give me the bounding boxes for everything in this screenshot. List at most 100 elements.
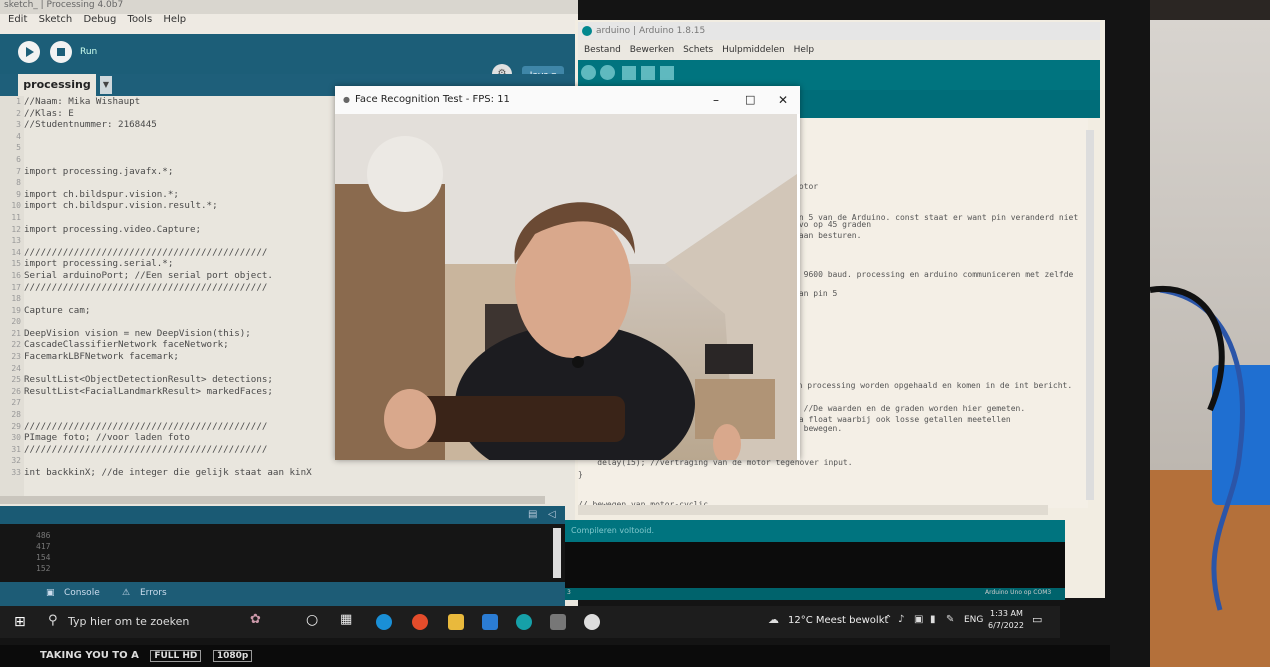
console-copy-icon[interactable]: ▤	[528, 509, 537, 520]
line-number: 26	[11, 386, 21, 396]
menu-edit[interactable]: Edit	[8, 14, 27, 25]
console-tab-icon[interactable]: ▣	[46, 588, 55, 598]
volume-icon[interactable]: ♪	[898, 614, 904, 625]
code-line: rvo op 45 graden	[794, 220, 872, 229]
horizontal-scrollbar[interactable]	[0, 496, 545, 504]
line-number: 33	[11, 468, 21, 477]
menu-hulpmiddelen[interactable]: Hulpmiddelen	[722, 45, 785, 55]
line-number: 18	[11, 294, 21, 304]
console-line: 154	[36, 553, 51, 562]
weather-text[interactable]: 12°C Meest bewolkt	[788, 615, 888, 626]
line-number-gutter: 1 2 3 4 5 6 7 8 9 10 11 12 13 14 15 16 17 18 19 20 21 22 23 24 2…	[0, 96, 24, 496]
language-indicator[interactable]: ENG	[964, 615, 983, 625]
menu-debug[interactable]: Debug	[83, 14, 116, 25]
file-explorer-icon[interactable]	[448, 614, 464, 630]
tab-menu-arrow-icon[interactable]: ▼	[100, 76, 112, 94]
arduino-taskbar-icon[interactable]	[516, 614, 532, 630]
line-number: 2	[16, 108, 21, 118]
line-number: 9	[16, 189, 21, 199]
sticker-badge-1080p: 1080p	[212, 650, 253, 662]
run-button[interactable]	[18, 41, 40, 63]
line-number: 25	[11, 375, 21, 385]
line-number: 5	[16, 143, 21, 153]
start-icon[interactable]: ⊞	[14, 614, 26, 630]
code-line: gaan besturen.	[794, 231, 862, 240]
tab-console[interactable]: Console	[64, 588, 100, 598]
line-number: 1	[16, 97, 21, 106]
arduino-status-text: Compileren voltooid.	[571, 526, 654, 535]
upload-icon[interactable]	[600, 65, 615, 80]
console-header: ▤ ◁	[0, 506, 565, 524]
play-icon	[26, 47, 34, 57]
monitor-sticker: TAKING YOU TO A FULL HD 1080p	[40, 650, 280, 667]
arduino-titlebar: arduino | Arduino 1.8.15	[578, 22, 1100, 40]
webcam-image	[335, 114, 797, 460]
arduino-footer: 3 Arduino Uno op COM3	[565, 588, 1065, 600]
arduino-horizontal-scrollbar[interactable]	[578, 505, 1048, 515]
menu-help[interactable]: Help	[163, 14, 186, 25]
warning-icon[interactable]: ⚠	[122, 588, 130, 598]
menu-help[interactable]: Help	[794, 45, 815, 55]
line-number: 12	[11, 224, 21, 234]
java-taskbar-icon[interactable]	[584, 614, 600, 630]
network-icon[interactable]: ▣	[914, 614, 923, 625]
code-line: ia float waarbij ook losse getallen meet…	[794, 415, 1011, 424]
line-number: 28	[11, 410, 21, 420]
open-icon[interactable]	[641, 66, 655, 80]
line-number: 10	[11, 201, 21, 211]
line-number: 21	[11, 328, 21, 338]
search-icon[interactable]: ⚲	[48, 613, 58, 628]
battery-icon[interactable]: ▮	[930, 614, 936, 625]
tray-chevron-icon[interactable]: ⌃	[884, 614, 892, 625]
minimize-icon[interactable]: –	[713, 86, 719, 114]
line-number: 16	[11, 270, 21, 280]
stop-button[interactable]	[50, 41, 72, 63]
menu-bestand[interactable]: Bestand	[584, 45, 621, 55]
code-line: aan pin 5	[794, 289, 838, 298]
pen-icon[interactable]: ✎	[946, 614, 954, 625]
processing-menubar: Edit Sketch Debug Tools Help	[0, 14, 578, 34]
task-view-icon[interactable]: ▦	[340, 612, 352, 627]
sticker-badge-fullhd: FULL HD	[150, 650, 202, 662]
line-number: 13	[11, 236, 21, 246]
face-window-title: Face Recognition Test - FPS: 11	[355, 94, 510, 105]
tab-errors[interactable]: Errors	[140, 588, 167, 598]
close-icon[interactable]: ✕	[778, 86, 788, 114]
console-scrollbar[interactable]	[553, 528, 561, 578]
code-line: int backkinX; //de integer die gelijk st…	[24, 467, 312, 478]
line-number: 17	[11, 282, 21, 292]
clock-time[interactable]: 1:33 AM	[990, 609, 1023, 618]
landmark-point	[572, 356, 584, 368]
arduino-vertical-scrollbar[interactable]	[1086, 130, 1094, 500]
arduino-menubar: Bestand Bewerken Schets Hulpmiddelen Hel…	[578, 40, 1100, 60]
processing-taskbar-icon[interactable]	[550, 614, 566, 630]
sticker-text: TAKING YOU TO A	[40, 650, 139, 661]
chrome-icon[interactable]	[412, 614, 428, 630]
line-number: 15	[11, 259, 21, 269]
verify-icon[interactable]	[581, 65, 596, 80]
edge-icon[interactable]	[376, 614, 392, 630]
line-number: 4	[16, 131, 21, 141]
new-icon[interactable]	[622, 66, 636, 80]
cortana-circle-icon[interactable]: ○	[306, 612, 318, 628]
menu-bewerken[interactable]: Bewerken	[630, 45, 674, 55]
console-line: 486	[36, 531, 51, 540]
console-line: 417	[36, 542, 51, 551]
save-icon[interactable]	[660, 66, 674, 80]
console-collapse-icon[interactable]: ◁	[548, 509, 556, 520]
menu-tools[interactable]: Tools	[128, 14, 153, 25]
run-label: Run	[80, 47, 98, 57]
cortana-illustration-icon: ✿	[250, 612, 261, 627]
word-icon[interactable]	[482, 614, 498, 630]
line-number: 30	[11, 433, 21, 443]
tab-processing[interactable]: processing	[18, 74, 96, 96]
console-output: 486 417 154 152	[0, 524, 565, 582]
taskbar-search-box[interactable]: Typ hier om te zoeken	[68, 615, 189, 628]
menu-schets[interactable]: Schets	[683, 45, 713, 55]
menu-sketch[interactable]: Sketch	[39, 14, 73, 25]
notification-icon[interactable]: ▭	[1032, 613, 1042, 626]
line-number: 6	[16, 154, 21, 164]
code-line: : //De waarden en de graden worden hier …	[794, 404, 1026, 413]
maximize-icon[interactable]: □	[745, 86, 755, 114]
clock-date[interactable]: 6/7/2022	[988, 621, 1024, 630]
